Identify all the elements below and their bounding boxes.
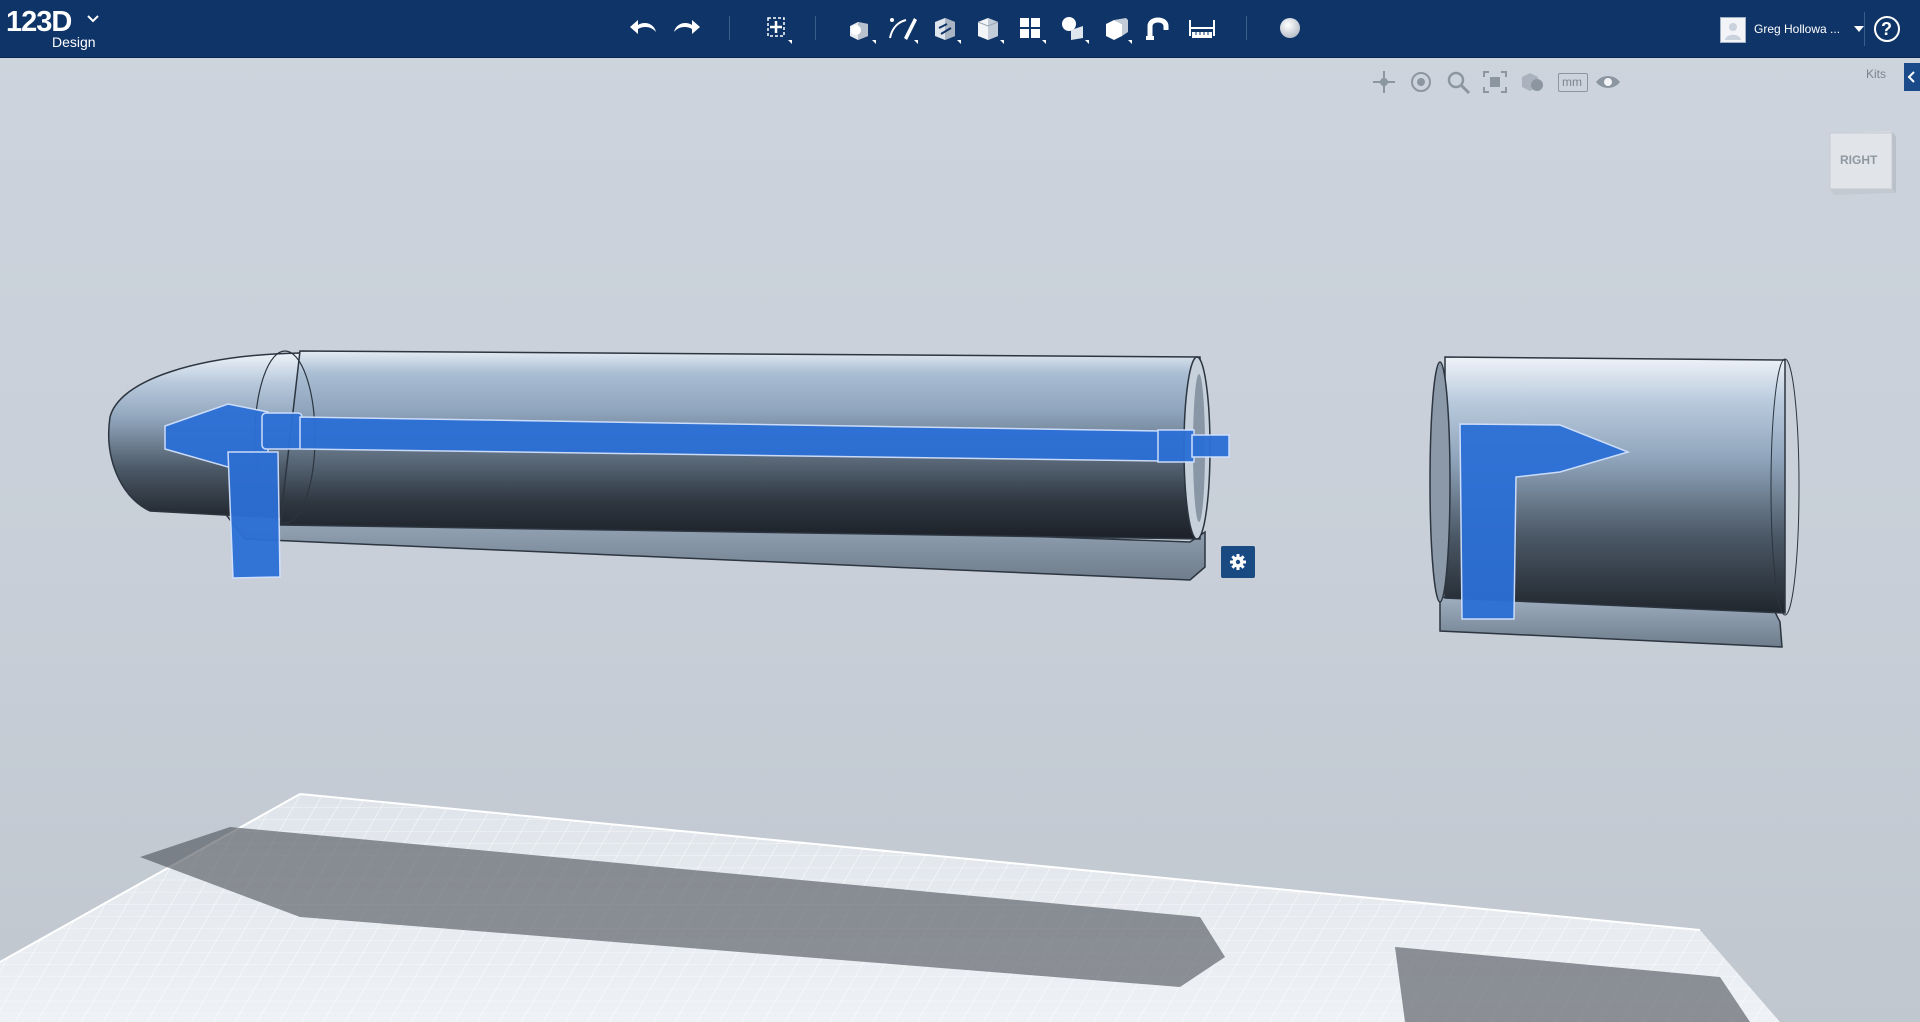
user-icon — [1725, 23, 1741, 40]
grouping-icon — [1062, 17, 1089, 44]
view-cube[interactable]: RIGHT — [1826, 127, 1902, 199]
sketch-icon — [889, 18, 918, 44]
user-menu[interactable]: Greg Hollowa ... — [1716, 14, 1866, 44]
fit-icon — [1483, 71, 1507, 93]
grouping-button[interactable] — [1055, 10, 1091, 46]
toolbar-divider — [1246, 16, 1247, 40]
main-body-part — [108, 350, 1230, 581]
help-button[interactable]: ? — [1872, 14, 1902, 44]
measure-icon — [1189, 20, 1215, 38]
fit-view-button[interactable] — [1481, 69, 1509, 95]
3d-viewport[interactable]: mm Kits RIGHT — [0, 57, 1920, 1022]
combine-button[interactable] — [1098, 10, 1134, 46]
primitives-icon — [850, 22, 876, 44]
view-mode-button[interactable] — [1518, 69, 1546, 95]
pan-button[interactable] — [1370, 69, 1398, 95]
app-logo-subtitle: Design — [52, 34, 96, 50]
material-icon — [1280, 18, 1300, 38]
top-toolbar: 123D Design Greg Hollowa ... ? — [0, 0, 1920, 58]
units-label: mm — [1562, 75, 1582, 89]
undo-button[interactable] — [626, 10, 662, 46]
shading-icon — [1522, 73, 1543, 91]
redo-button[interactable] — [668, 10, 704, 46]
kits-panel-toggle[interactable] — [1904, 63, 1920, 91]
units-badge: mm — [1558, 73, 1588, 92]
context-settings-button[interactable] — [1221, 546, 1255, 578]
orbit-icon — [1411, 72, 1431, 92]
chevron-down-icon — [87, 15, 99, 23]
sketch-button[interactable] — [884, 10, 920, 46]
visibility-button[interactable] — [1594, 69, 1622, 95]
pattern-icon — [1020, 18, 1046, 44]
pattern-button[interactable] — [1012, 10, 1048, 46]
user-name: Greg Hollowa ... — [1754, 22, 1841, 36]
caret-down-icon — [1854, 26, 1864, 32]
cap-part — [1429, 356, 1800, 648]
snap-icon — [1146, 17, 1169, 40]
material-button[interactable] — [1272, 10, 1308, 46]
zoom-button[interactable] — [1444, 69, 1472, 95]
app-menu-logo[interactable]: 123D Design — [6, 5, 106, 53]
primitives-button[interactable] — [842, 10, 878, 46]
scene-canvas — [0, 350, 1800, 1022]
measure-button[interactable] — [1184, 10, 1220, 46]
construct-button[interactable] — [927, 10, 963, 46]
view-cube-face-label: RIGHT — [1840, 153, 1878, 167]
kits-label[interactable]: Kits — [1866, 67, 1886, 81]
transform-icon — [767, 17, 792, 44]
units-button[interactable]: mm — [1556, 69, 1588, 95]
orbit-button[interactable] — [1407, 69, 1435, 95]
undo-icon — [630, 20, 656, 34]
zoom-icon — [1447, 71, 1471, 95]
toolbar-divider — [729, 16, 730, 40]
combine-icon — [1106, 18, 1132, 44]
eye-icon — [1596, 76, 1620, 88]
toolbar-divider — [1864, 12, 1865, 46]
toolbar-divider — [815, 16, 816, 40]
redo-icon — [674, 20, 700, 34]
pan-icon — [1373, 71, 1395, 93]
chevron-left-icon — [1907, 71, 1915, 83]
gear-icon — [1230, 554, 1246, 570]
modify-button[interactable] — [970, 10, 1006, 46]
help-label: ? — [1881, 19, 1892, 39]
construct-icon — [935, 18, 961, 44]
modify-icon — [977, 18, 1004, 44]
transform-button[interactable] — [758, 10, 794, 46]
snap-button[interactable] — [1140, 10, 1176, 46]
avatar — [1720, 17, 1746, 43]
